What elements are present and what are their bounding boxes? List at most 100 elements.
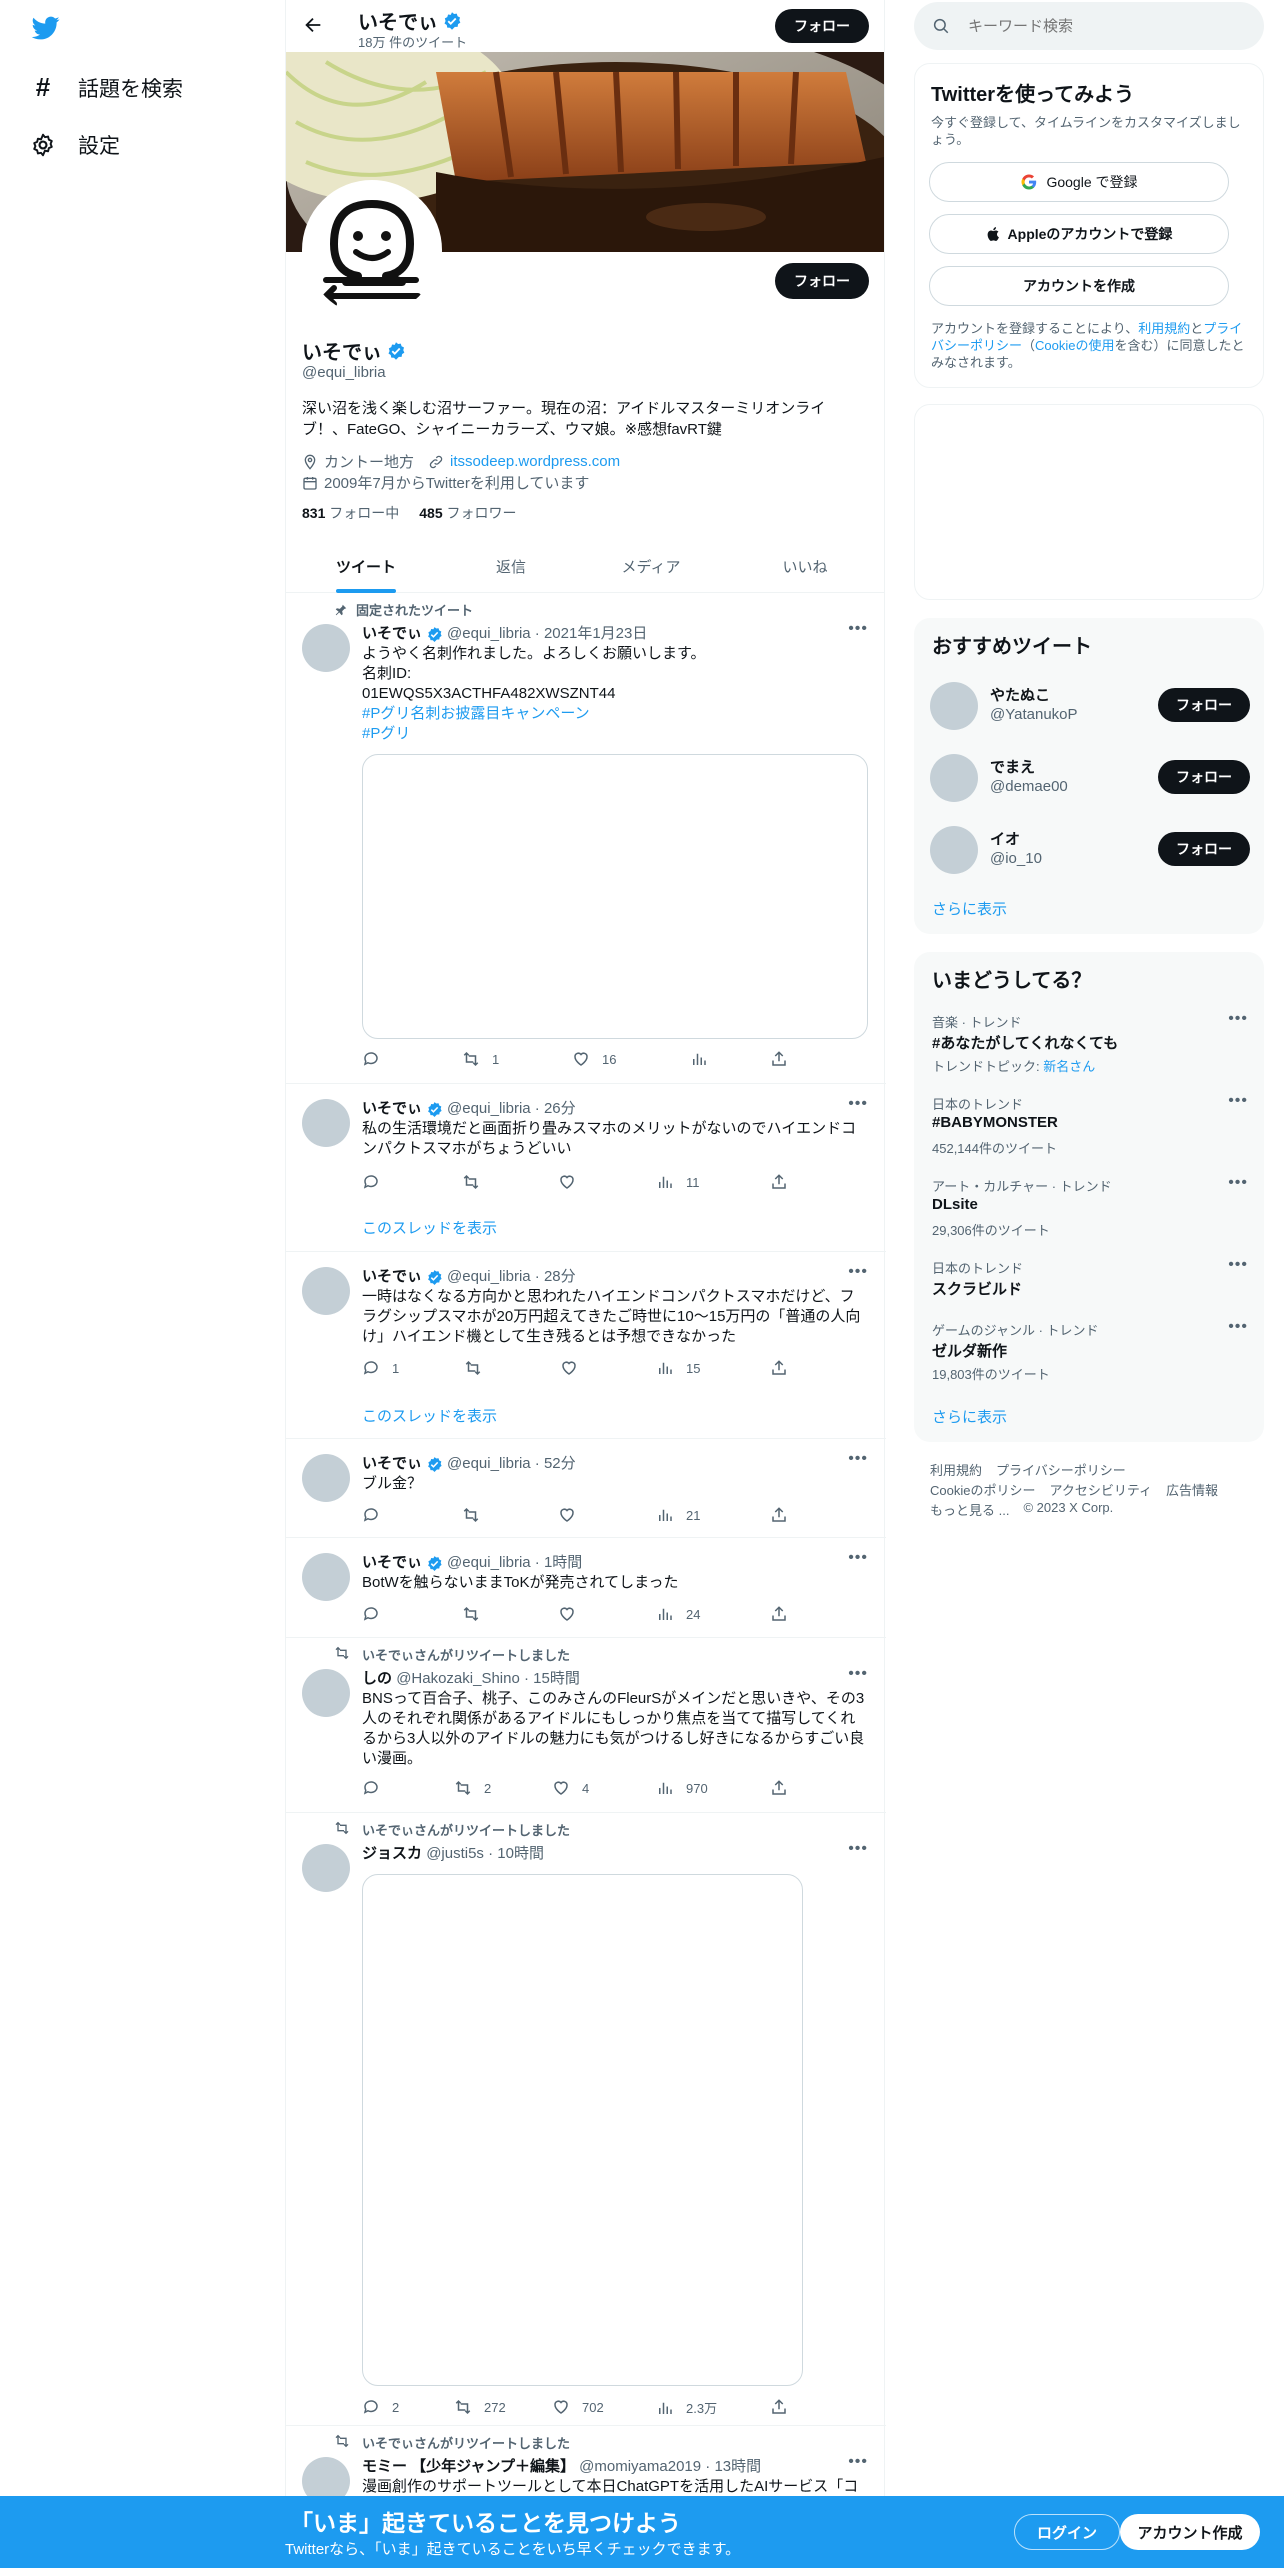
retweet-button[interactable] — [462, 1173, 492, 1191]
retweet-button[interactable]: 272 — [454, 2398, 506, 2416]
google-signup-button[interactable]: Google で登録 — [929, 162, 1229, 202]
suggestion-follow-button[interactable]: フォロー — [1158, 832, 1250, 866]
avatar[interactable] — [930, 826, 978, 874]
search-box[interactable] — [914, 2, 1264, 50]
tweet-time[interactable]: 13時間 — [714, 2458, 761, 2475]
avatar[interactable] — [302, 1454, 350, 1502]
tweet-author-name[interactable]: いそでぃ — [362, 1554, 422, 1571]
hashtag-link[interactable]: #Pグリ — [362, 724, 867, 744]
retweeted-by[interactable]: いそでぃさんがリツイートしました — [362, 1820, 570, 1839]
views-button[interactable]: 11 — [656, 1173, 700, 1191]
tab-media[interactable]: メディア — [576, 540, 726, 593]
tweet-author-name[interactable]: いそでぃ — [362, 1100, 422, 1117]
tweet[interactable]: 固定されたツイート いそでぃ @equi_libria · 2021年1月23日 … — [286, 594, 886, 1084]
tweet-author-name[interactable]: いそでぃ — [362, 1455, 422, 1472]
trend-item[interactable]: 日本のトレンド ••• #BABYMONSTER 452,144件のツイート — [914, 1090, 1264, 1170]
create-account-button[interactable]: アカウントを作成 — [929, 266, 1229, 306]
show-more-link[interactable]: さらに表示 — [932, 898, 1007, 919]
retweet-button[interactable] — [464, 1359, 494, 1377]
twitter-logo-icon[interactable] — [30, 14, 62, 42]
more-icon[interactable]: ••• — [848, 1665, 868, 1683]
share-button[interactable] — [770, 1605, 788, 1623]
views-button[interactable]: 21 — [656, 1506, 700, 1524]
profile-avatar[interactable] — [302, 180, 442, 320]
reply-button[interactable]: 2 — [362, 2398, 399, 2416]
footer-accessibility-link[interactable]: アクセシビリティ — [1049, 1480, 1152, 1499]
tweet[interactable]: いそでぃ @equi_libria · 1時間 ••• BotWを触らないままTo… — [286, 1539, 886, 1638]
retweet-button[interactable] — [462, 1605, 492, 1623]
views-button[interactable]: 970 — [656, 1779, 708, 1797]
tweet-author-name[interactable]: いそでぃ — [362, 1268, 422, 1285]
show-thread-link[interactable]: このスレッドを表示 — [362, 1217, 497, 1238]
follow-suggestion[interactable]: やたぬこ @YatanukoP フォロー — [914, 670, 1264, 742]
signup-button[interactable]: アカウント作成 — [1120, 2514, 1260, 2550]
footer-privacy-link[interactable]: プライバシーポリシー — [996, 1460, 1126, 1479]
tweet-time[interactable]: 26分 — [544, 1100, 576, 1117]
tweet-handle[interactable]: @equi_libria — [447, 1554, 531, 1571]
like-button[interactable]: 4 — [552, 1779, 589, 1797]
suggestion-name[interactable]: やたぬこ — [990, 684, 1050, 705]
reply-button[interactable]: 1 — [362, 1359, 399, 1377]
reply-button[interactable] — [362, 1173, 392, 1191]
more-icon[interactable]: ••• — [1228, 1256, 1248, 1274]
tweet-media[interactable] — [362, 754, 868, 1039]
views-button[interactable]: 24 — [656, 1605, 700, 1623]
tweet-author-name[interactable]: しの — [362, 1670, 392, 1687]
retweet-button[interactable]: 1 — [462, 1050, 499, 1068]
tweet-media[interactable] — [362, 1874, 803, 2386]
avatar[interactable] — [302, 1669, 350, 1717]
more-icon[interactable]: ••• — [848, 620, 868, 638]
terms-link[interactable]: 利用規約 — [1138, 321, 1190, 336]
avatar[interactable] — [302, 1099, 350, 1147]
more-icon[interactable]: ••• — [848, 1095, 868, 1113]
tweet-time[interactable]: 52分 — [544, 1455, 576, 1472]
follow-suggestion[interactable]: でまえ @demae00 フォロー — [914, 742, 1264, 814]
more-icon[interactable]: ••• — [848, 1549, 868, 1567]
more-icon[interactable]: ••• — [848, 2453, 868, 2471]
like-button[interactable] — [558, 1173, 588, 1191]
tab-tweets[interactable]: ツイート — [286, 540, 446, 593]
trend-item[interactable]: アート・カルチャー · トレンド ••• DLsite 29,306件のツイート — [914, 1172, 1264, 1252]
search-input[interactable] — [968, 17, 1228, 35]
trend-item[interactable]: 日本のトレンド ••• スクラビルド — [914, 1254, 1264, 1314]
avatar[interactable] — [930, 682, 978, 730]
tweet[interactable]: いそでぃさんがリツイートしました しの @Hakozaki_Shino · 15… — [286, 1639, 886, 1813]
avatar[interactable] — [302, 1553, 350, 1601]
footer-terms-link[interactable]: 利用規約 — [930, 1460, 982, 1479]
tweet-author-name[interactable]: ジョスカ — [362, 1845, 422, 1862]
tab-likes[interactable]: いいね — [726, 540, 884, 593]
tweet-time[interactable]: 28分 — [544, 1268, 576, 1285]
hashtag-link[interactable]: #Pグリ名刺お披露目キャンペーン — [362, 704, 867, 724]
suggestion-name[interactable]: でまえ — [990, 756, 1035, 777]
reply-button[interactable] — [362, 1605, 392, 1623]
tweet[interactable]: いそでぃ @equi_libria · 28分 ••• 一時はなくなる方向かと思わ… — [286, 1253, 886, 1439]
retweet-button[interactable]: 2 — [454, 1779, 491, 1797]
more-icon[interactable]: ••• — [848, 1840, 868, 1858]
views-button[interactable]: 2.3万 — [656, 2398, 717, 2417]
avatar[interactable] — [930, 754, 978, 802]
more-icon[interactable]: ••• — [848, 1263, 868, 1281]
footer-cookie-link[interactable]: Cookieのポリシー — [930, 1480, 1035, 1499]
following-stat[interactable]: 831 フォロー中 — [302, 503, 399, 523]
like-button[interactable]: 702 — [552, 2398, 604, 2416]
header-follow-button[interactable]: フォロー — [775, 9, 869, 43]
profile-follow-button[interactable]: フォロー — [775, 263, 869, 299]
tweet-author-name[interactable]: いそでぃ — [362, 625, 422, 642]
share-button[interactable] — [770, 2398, 788, 2416]
retweeted-by[interactable]: いそでぃさんがリツイートしました — [362, 2433, 570, 2452]
back-arrow-icon[interactable] — [302, 14, 324, 36]
tweet-handle[interactable]: @Hakozaki_Shino — [396, 1670, 520, 1687]
views-button[interactable] — [690, 1050, 720, 1068]
share-button[interactable] — [770, 1050, 788, 1068]
reply-button[interactable] — [362, 1506, 392, 1524]
trend-item[interactable]: 音楽 · トレンド ••• #あなたがしてくれなくても トレンドトピック: 新名… — [914, 1008, 1264, 1088]
trend-item[interactable]: ゲームのジャンル · トレンド ••• ゼルダ新作 19,803件のツイート — [914, 1316, 1264, 1396]
share-button[interactable] — [770, 1359, 788, 1377]
trend-topic-link[interactable]: 新名さん — [1043, 1059, 1095, 1074]
tweet-time[interactable]: 10時間 — [497, 1845, 544, 1862]
tweet[interactable]: いそでぃ @equi_libria · 26分 ••• 私の生活環境だと画面折り畳… — [286, 1085, 886, 1252]
show-more-link[interactable]: さらに表示 — [932, 1406, 1007, 1427]
like-button[interactable] — [558, 1605, 588, 1623]
tweet-handle[interactable]: @equi_libria — [447, 1100, 531, 1117]
more-icon[interactable]: ••• — [1228, 1318, 1248, 1336]
